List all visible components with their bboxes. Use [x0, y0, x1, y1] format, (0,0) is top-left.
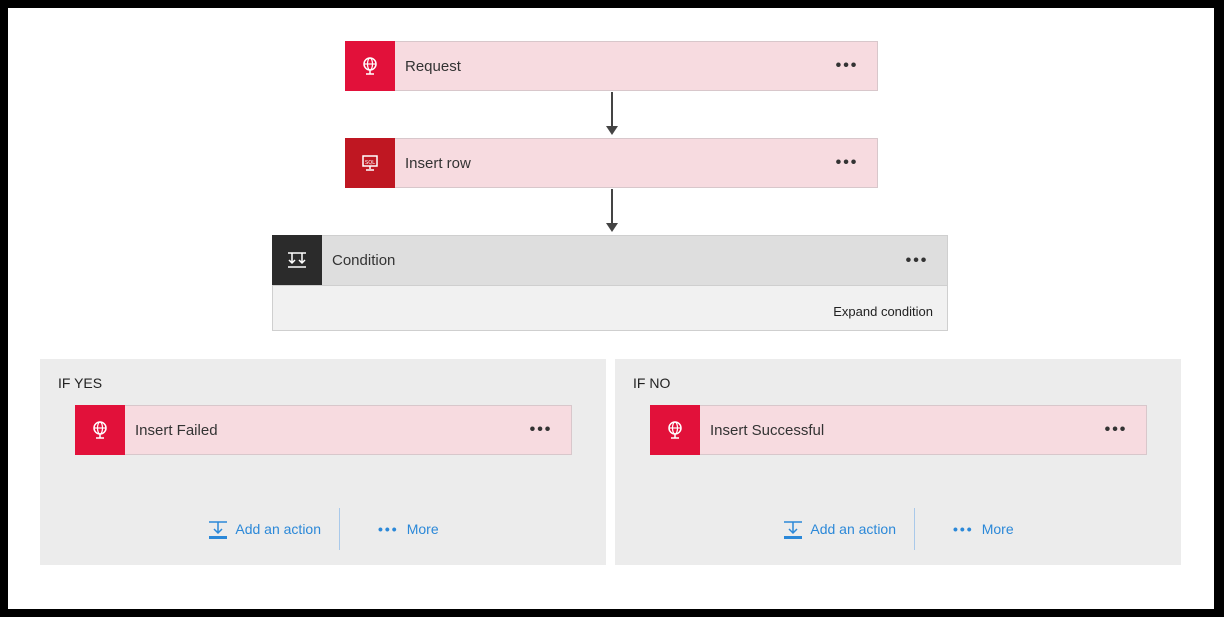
- step-request-menu-button[interactable]: •••: [817, 57, 877, 75]
- more-button[interactable]: ••• More: [953, 521, 1014, 537]
- branch-if-no-title: IF NO: [633, 375, 671, 391]
- expand-condition-link[interactable]: Expand condition: [833, 304, 933, 319]
- step-insert-successful[interactable]: Insert Successful •••: [650, 404, 1147, 455]
- step-insert-row-menu-button[interactable]: •••: [817, 154, 877, 172]
- step-request[interactable]: Request •••: [345, 40, 878, 91]
- divider: [339, 508, 340, 550]
- add-an-action-label: Add an action: [235, 521, 321, 537]
- condition-header[interactable]: Condition •••: [272, 235, 947, 286]
- step-insert-failed[interactable]: Insert Failed •••: [75, 404, 572, 455]
- step-request-label: Request: [405, 57, 461, 75]
- flow-designer-canvas: Request ••• SQL Insert row ••• Condition…: [8, 8, 1214, 609]
- step-insert-row[interactable]: SQL Insert row •••: [345, 137, 878, 188]
- divider: [914, 508, 915, 550]
- step-insert-row-label: Insert row: [405, 154, 471, 172]
- more-dots-icon: •••: [378, 521, 399, 537]
- arrow-down-icon: [606, 92, 618, 135]
- add-action-icon: [784, 521, 803, 539]
- step-condition[interactable]: Condition ••• Expand condition: [272, 235, 948, 331]
- svg-text:SQL: SQL: [365, 160, 375, 166]
- branch-if-yes-title: IF YES: [58, 375, 103, 391]
- step-insert-successful-label: Insert Successful: [710, 421, 825, 439]
- branch-if-yes-actions: Add an action ••• More: [40, 507, 606, 551]
- more-dots-icon: •••: [953, 521, 974, 537]
- step-insert-failed-menu-button[interactable]: •••: [511, 421, 571, 439]
- add-an-action-button[interactable]: Add an action: [207, 518, 321, 540]
- step-insert-successful-menu-button[interactable]: •••: [1086, 421, 1146, 439]
- more-label: More: [981, 521, 1014, 537]
- branch-if-no: IF NO Insert Successful ••• Add an actio…: [615, 359, 1181, 565]
- more-button[interactable]: ••• More: [378, 521, 439, 537]
- add-action-icon: [209, 521, 228, 539]
- add-an-action-button[interactable]: Add an action: [782, 518, 896, 540]
- more-label: More: [406, 521, 439, 537]
- globe-icon: [75, 404, 125, 455]
- condition-label: Condition: [332, 252, 396, 269]
- branch-if-yes: IF YES Insert Failed ••• Add an action •…: [40, 359, 606, 565]
- arrow-down-icon: [606, 189, 618, 232]
- globe-icon: [650, 404, 700, 455]
- condition-menu-button[interactable]: •••: [887, 252, 947, 270]
- condition-icon: [272, 235, 322, 285]
- step-insert-failed-label: Insert Failed: [135, 421, 218, 439]
- sql-server-icon: SQL: [345, 137, 395, 188]
- globe-icon: [345, 40, 395, 91]
- branch-if-no-actions: Add an action ••• More: [615, 507, 1181, 551]
- add-an-action-label: Add an action: [810, 521, 896, 537]
